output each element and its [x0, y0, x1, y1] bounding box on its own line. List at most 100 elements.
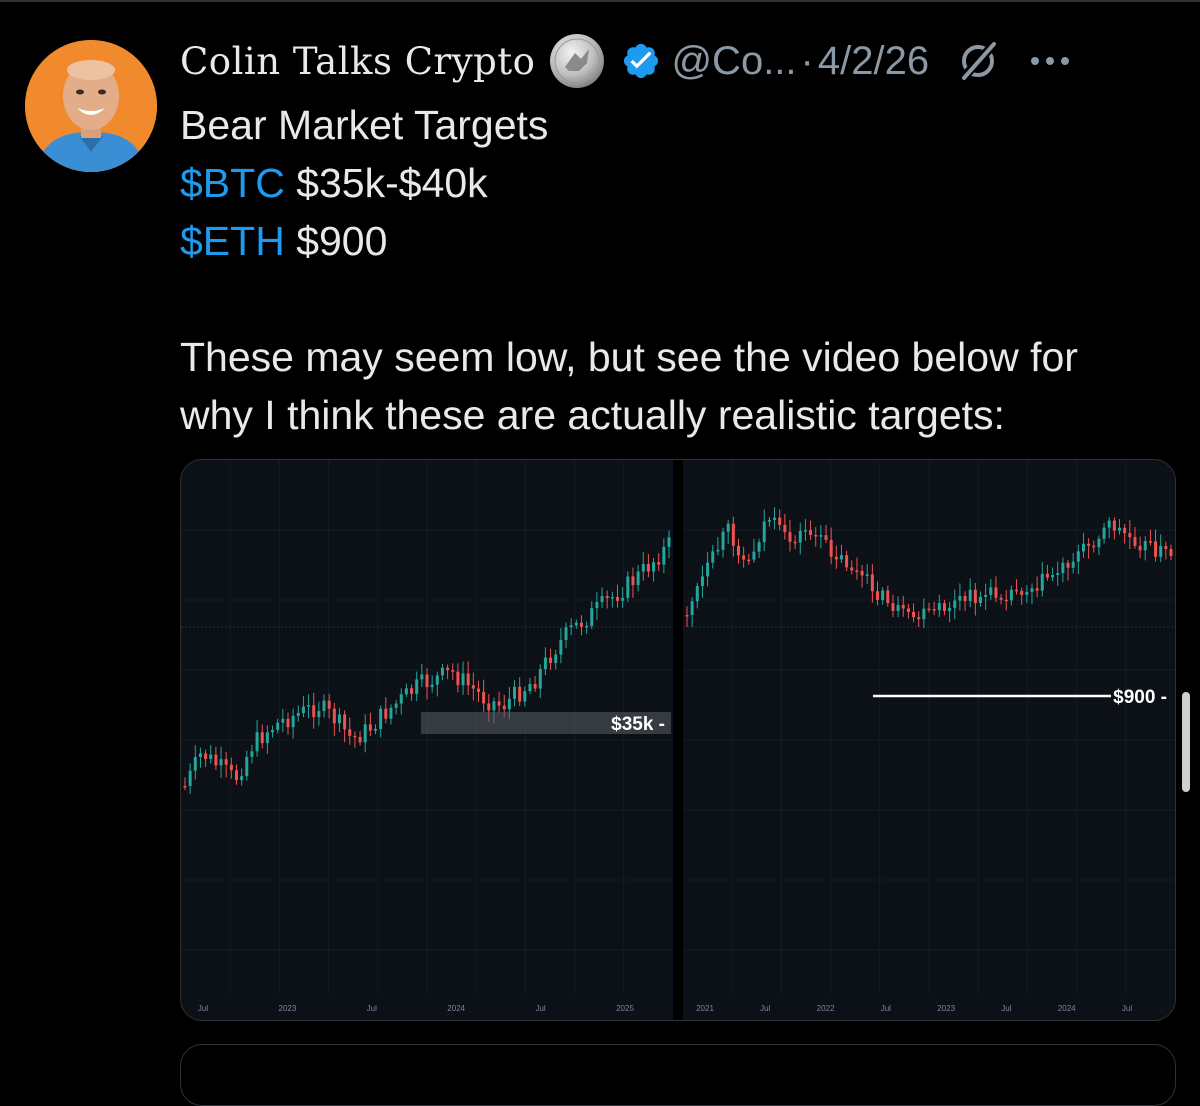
x-tick-label: Jul — [198, 1004, 208, 1013]
x-tick-label: Jul — [535, 1004, 545, 1013]
candle-body — [549, 657, 553, 663]
candle-body — [518, 686, 522, 702]
candle-body — [1025, 591, 1029, 595]
tweet-media[interactable]: $35k - Jul 2023 Jul 2024 Jul 2025 $900 - 2021 Jul… — [180, 459, 1176, 1021]
candle-body — [1087, 543, 1091, 546]
candle-body — [1009, 589, 1013, 601]
candle-body — [1148, 541, 1152, 543]
candle-body — [958, 596, 962, 601]
candle-body — [706, 562, 710, 577]
tweet-text-line: These may seem low, but see the video be… — [180, 328, 1190, 386]
candle-body — [528, 683, 532, 692]
x-tick-label: Jul — [760, 1004, 770, 1013]
candle-body — [368, 724, 372, 731]
candle-body — [600, 595, 604, 603]
x-tick-label: 2023 — [937, 1004, 955, 1013]
more-options-icon[interactable] — [1029, 51, 1071, 71]
candle-body — [260, 732, 264, 744]
candle-body — [685, 615, 689, 617]
candle-body — [927, 608, 931, 611]
candle-body — [420, 674, 424, 680]
candle-body — [922, 608, 926, 620]
verified-badge-icon[interactable] — [621, 41, 661, 81]
candle-body — [610, 597, 614, 599]
candle-body — [1164, 546, 1168, 549]
x-tick-label: Jul — [881, 1004, 891, 1013]
candle-body — [662, 546, 666, 565]
candle-body — [1051, 574, 1055, 578]
next-media-card[interactable] — [180, 1044, 1176, 1106]
tweet-date[interactable]: 4/2/26 — [818, 39, 929, 84]
candle-body — [912, 611, 916, 618]
candle-body — [989, 587, 993, 595]
candle-body — [778, 517, 782, 525]
candle-body — [327, 700, 331, 709]
candle-body — [291, 715, 295, 728]
candle-body — [569, 625, 573, 628]
candle-body — [456, 671, 460, 686]
candle-body — [1030, 588, 1034, 592]
candle-body — [937, 603, 941, 611]
candle-body — [224, 759, 228, 765]
candle-body — [850, 567, 854, 571]
candle-body — [793, 541, 797, 544]
candle-body — [973, 589, 977, 603]
candle-body — [700, 576, 704, 587]
author-display-name[interactable]: Colin Talks Crypto — [180, 40, 535, 83]
cashtag-link[interactable]: $BTC — [180, 160, 285, 206]
candle-body — [906, 608, 910, 612]
x-tick-label: 2021 — [696, 1004, 714, 1013]
tweet-text: These may seem low, but see the video be… — [180, 334, 1078, 380]
x-tick-label: 2024 — [1058, 1004, 1076, 1013]
candle-body — [513, 686, 517, 699]
candle-body — [482, 691, 486, 704]
candle-body — [240, 776, 244, 781]
candle-body — [538, 669, 542, 689]
candle-body — [502, 705, 506, 710]
candle-body — [803, 530, 807, 532]
candle-body — [471, 685, 475, 689]
x-tick-label: 2025 — [616, 1004, 634, 1013]
candle-body — [1081, 543, 1085, 552]
candle-body — [245, 756, 249, 777]
candle-body — [1040, 573, 1044, 591]
candle-body — [636, 571, 640, 586]
scrollbar-thumb[interactable] — [1182, 692, 1190, 792]
chart-divider — [673, 460, 683, 1020]
candle-body — [404, 688, 408, 695]
candle-body — [978, 596, 982, 603]
candle-body — [579, 622, 583, 627]
tweet-text-line: Bear Market Targets — [180, 96, 1190, 154]
author-handle[interactable]: @Co... — [671, 39, 796, 84]
candle-body — [198, 753, 202, 758]
candle-body — [379, 708, 383, 729]
candle-body — [736, 545, 740, 556]
candle-body — [322, 700, 326, 712]
cashtag-link[interactable]: $ETH — [180, 218, 285, 264]
candle-body — [574, 622, 578, 626]
candle-body — [1056, 573, 1060, 575]
candle-body — [631, 576, 635, 586]
candle-body — [1118, 527, 1122, 531]
tweet-text-line: why I think these are actually realistic… — [180, 386, 1190, 444]
candle-body — [891, 603, 895, 611]
candle-body — [752, 551, 756, 560]
grok-icon[interactable] — [955, 38, 1001, 84]
candle-body — [798, 530, 802, 543]
silver-eagle-coin-icon — [550, 34, 605, 88]
candle-body — [870, 574, 874, 592]
candle-body — [415, 679, 419, 694]
candle-body — [839, 555, 843, 560]
candle-body — [312, 705, 316, 718]
candle-body — [234, 770, 238, 781]
candle-body — [616, 597, 620, 601]
candle-body — [188, 770, 192, 787]
candle-body — [435, 675, 439, 685]
header-separator: · — [800, 38, 814, 83]
candle-body — [595, 602, 599, 609]
candle-body — [353, 735, 357, 738]
tweet-body: Bear Market Targets $BTC $35k-$40k $ETH $9… — [180, 96, 1190, 444]
avatar[interactable] — [25, 40, 157, 172]
candle-body — [819, 535, 823, 537]
